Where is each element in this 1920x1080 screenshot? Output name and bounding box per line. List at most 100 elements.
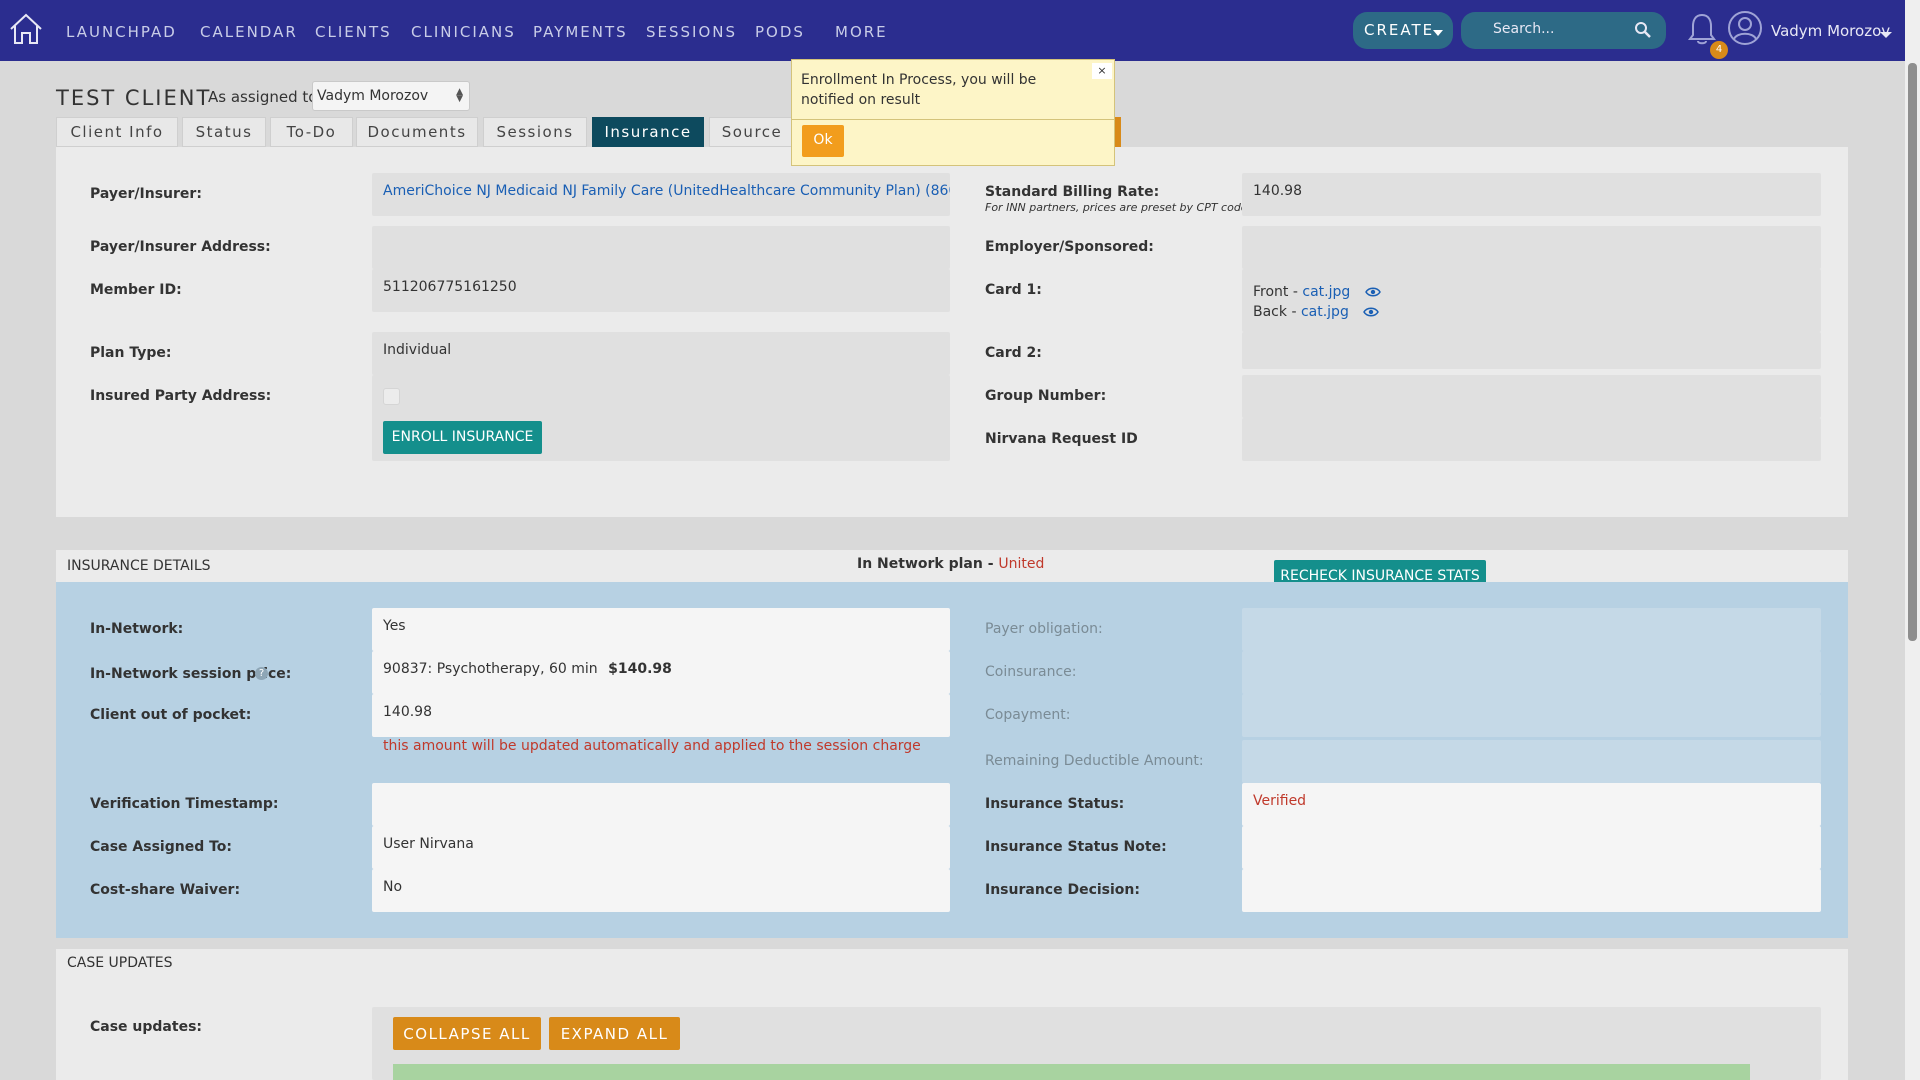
insured-party-checkbox[interactable] xyxy=(383,388,400,405)
oop-note: this amount will be updated automaticall… xyxy=(383,738,921,754)
tab-source[interactable]: Source xyxy=(709,117,795,147)
nirvana-label: Nirvana Request ID xyxy=(985,431,1138,447)
scrollbar-thumb[interactable] xyxy=(1908,63,1917,641)
help-icon[interactable]: ? xyxy=(255,667,268,680)
insured-party-label: Insured Party Address: xyxy=(90,388,272,404)
nirvana-field[interactable] xyxy=(1242,418,1821,461)
payer-obligation-field xyxy=(1242,608,1821,651)
enrollment-message: Enrollment In Process, you will be notif… xyxy=(801,72,1037,108)
insurance-decision-field[interactable] xyxy=(1242,869,1821,912)
tab-client-info[interactable]: Client Info xyxy=(56,117,178,147)
nav-calendar[interactable]: CALENDAR xyxy=(200,23,298,41)
create-label: CREATE xyxy=(1364,21,1435,39)
plan-type-field[interactable]: Individual xyxy=(372,332,950,375)
user-name[interactable]: Vadym Morozov xyxy=(1771,22,1890,40)
enrollment-dialog: Enrollment In Process, you will be notif… xyxy=(791,59,1115,166)
notification-badge: 4 xyxy=(1710,41,1728,59)
dialog-divider xyxy=(792,119,1114,120)
close-icon[interactable]: × xyxy=(1092,63,1112,79)
chevron-down-icon[interactable] xyxy=(1880,32,1892,38)
card1-front-prefix: Front - xyxy=(1253,284,1298,300)
insurance-status-label: Insurance Status: xyxy=(985,796,1125,812)
nav-payments[interactable]: PAYMENTS xyxy=(533,23,628,41)
deductible-label: Remaining Deductible Amount: xyxy=(985,753,1204,769)
search-box xyxy=(1461,12,1666,49)
insurance-decision-label: Insurance Decision: xyxy=(985,882,1140,898)
billing-rate-label: Standard Billing Rate: xyxy=(985,184,1160,200)
waiver-field[interactable]: No xyxy=(372,869,950,912)
insurance-status-field[interactable]: Verified xyxy=(1242,783,1821,826)
user-icon[interactable] xyxy=(1727,10,1763,46)
nav-pods[interactable]: PODS xyxy=(755,23,805,41)
client-title: TEST CLIENT xyxy=(56,86,212,110)
case-assigned-label: Case Assigned To: xyxy=(90,839,233,855)
group-number-field[interactable] xyxy=(1242,375,1821,418)
collapse-all-button[interactable]: COLLAPSE ALL xyxy=(393,1017,541,1050)
card1-front-link[interactable]: cat.jpg xyxy=(1302,284,1350,300)
employer-field[interactable] xyxy=(1242,226,1821,269)
status-note-label: Insurance Status Note: xyxy=(985,839,1167,855)
member-id-label: Member ID: xyxy=(90,282,182,298)
eye-icon[interactable] xyxy=(1364,286,1381,298)
top-nav: LAUNCHPAD CALENDAR CLIENTS CLINICIANS PA… xyxy=(0,0,1905,61)
plan-summary: In Network plan - United xyxy=(857,556,1044,572)
create-button[interactable]: CREATE xyxy=(1353,12,1453,49)
deductible-field xyxy=(1242,740,1821,783)
tab-sessions[interactable]: Sessions xyxy=(483,117,587,147)
search-icon[interactable] xyxy=(1634,21,1652,39)
card1-back-prefix: Back - xyxy=(1253,304,1297,320)
assigned-select[interactable]: Vadym Morozov ▲ ▼ xyxy=(312,81,470,111)
card2-label: Card 2: xyxy=(985,345,1042,361)
payer-link[interactable]: AmeriChoice NJ Medicaid NJ Family Care (… xyxy=(383,183,950,199)
tab-status[interactable]: Status xyxy=(182,117,266,147)
billing-rate-field[interactable]: 140.98 xyxy=(1242,173,1821,216)
enroll-insurance-button[interactable]: ENROLL INSURANCE xyxy=(383,421,542,454)
payer-label: Payer/Insurer: xyxy=(90,186,202,202)
case-updates-label: Case updates: xyxy=(90,1019,202,1035)
group-number-label: Group Number: xyxy=(985,388,1107,404)
bell-icon[interactable] xyxy=(1687,11,1717,47)
plan-type-label: Plan Type: xyxy=(90,345,172,361)
home-icon[interactable] xyxy=(8,12,44,46)
session-price-field[interactable]: 90837: Psychotherapy, 60 min $140.98 xyxy=(372,651,950,694)
billing-rate-note: For INN partners, prices are preset by C… xyxy=(985,201,1248,214)
coinsurance-field xyxy=(1242,651,1821,694)
expand-all-button[interactable]: EXPAND ALL xyxy=(549,1017,680,1050)
case-update-entry[interactable] xyxy=(393,1064,1750,1080)
insurance-details-title: INSURANCE DETAILS xyxy=(67,558,211,574)
card1-back-link[interactable]: cat.jpg xyxy=(1301,304,1349,320)
nav-more[interactable]: MORE xyxy=(835,23,888,41)
copayment-label: Copayment: xyxy=(985,707,1071,723)
payer-address-label: Payer/Insurer Address: xyxy=(90,239,271,255)
status-note-field[interactable] xyxy=(1242,826,1821,869)
card2-field[interactable] xyxy=(1242,332,1821,369)
nav-clients[interactable]: CLIENTS xyxy=(315,23,392,41)
in-network-label: In-Network: xyxy=(90,621,184,637)
eye-icon[interactable] xyxy=(1363,306,1380,318)
session-price-amount: $140.98 xyxy=(608,661,672,677)
ok-button[interactable]: Ok xyxy=(802,125,844,157)
verification-label: Verification Timestamp: xyxy=(90,796,279,812)
copayment-field xyxy=(1242,694,1821,737)
in-network-field[interactable]: Yes xyxy=(372,608,950,651)
plan-carrier: United xyxy=(998,556,1045,572)
member-id-field[interactable]: 511206775161250 xyxy=(372,269,950,312)
nav-clinicians[interactable]: CLINICIANS xyxy=(411,23,516,41)
case-assigned-field[interactable]: User Nirvana xyxy=(372,826,950,869)
nav-launchpad[interactable]: LAUNCHPAD xyxy=(66,23,177,41)
payer-address-field[interactable] xyxy=(372,226,950,269)
tab-to-do[interactable]: To-Do xyxy=(270,117,353,147)
assigned-value: Vadym Morozov xyxy=(317,88,429,104)
select-arrows-icon: ▲ ▼ xyxy=(456,87,463,104)
oop-field[interactable]: 140.98 xyxy=(372,694,950,737)
card1-field: Front - cat.jpg Back - cat.jpg xyxy=(1242,269,1821,332)
payer-obligation-label: Payer obligation: xyxy=(985,621,1103,637)
tab-insurance[interactable]: Insurance xyxy=(592,117,704,147)
tab-documents[interactable]: Documents xyxy=(356,117,478,147)
payer-field[interactable]: AmeriChoice NJ Medicaid NJ Family Care (… xyxy=(372,173,950,216)
verification-field[interactable] xyxy=(372,783,950,826)
search-input[interactable] xyxy=(1493,21,1633,37)
oop-label: Client out of pocket: xyxy=(90,707,252,723)
nav-sessions[interactable]: SESSIONS xyxy=(646,23,737,41)
waiver-label: Cost-share Waiver: xyxy=(90,882,241,898)
